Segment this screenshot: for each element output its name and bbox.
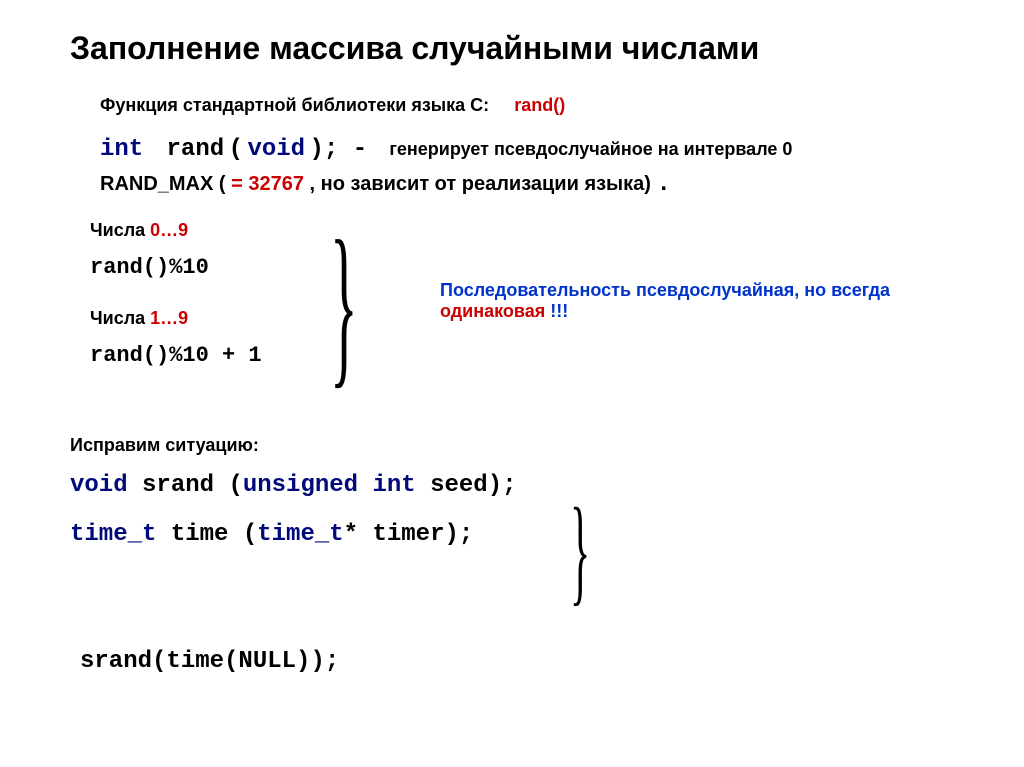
intro-line: Функция стандартной библиотеки языка С: … bbox=[70, 95, 964, 116]
time-proto: time_t time (time_t* timer); bbox=[70, 521, 580, 548]
proto-desc: генерирует псевдослучайное на интервале … bbox=[389, 139, 792, 159]
sequence-note: Последовательность псевдослучайная, но в… bbox=[440, 280, 980, 322]
srand-call: srand(time(NULL)); bbox=[80, 648, 339, 675]
fix-label: Исправим ситуацию: bbox=[70, 435, 964, 456]
fix-row: void srand (unsigned int seed); time_t t… bbox=[70, 472, 964, 675]
paren-open: ( bbox=[229, 136, 243, 163]
randmax-line: RAND_MAX ( = 32767 , но зависит от реали… bbox=[70, 171, 964, 198]
rm-suffix: , но зависит от реализации языка) bbox=[310, 173, 651, 195]
rm-prefix: RAND_MAX ( bbox=[100, 173, 226, 195]
paren-close: ); - bbox=[310, 136, 368, 163]
ex2-label: Числа 1…9 bbox=[90, 308, 320, 329]
rm-dot: . bbox=[657, 171, 671, 198]
brace-icon: } bbox=[570, 490, 590, 610]
intro-fn: rand() bbox=[514, 95, 565, 115]
slide-title: Заполнение массива случайными числами bbox=[70, 30, 964, 67]
kw-void: void bbox=[247, 136, 305, 163]
prototype-line: int rand ( void ); - генерирует псевдосл… bbox=[70, 136, 964, 163]
brace-icon: } bbox=[330, 214, 358, 394]
fix-right: srand(time(NULL)); bbox=[70, 592, 430, 675]
brace2-wrap: } bbox=[580, 472, 610, 592]
fix-block: Исправим ситуацию: void srand (unsigned … bbox=[70, 435, 964, 675]
srand-proto: void srand (unsigned int seed); bbox=[70, 472, 580, 499]
intro-label: Функция стандартной библиотеки языка С: bbox=[100, 95, 489, 115]
fix-left: void srand (unsigned int seed); time_t t… bbox=[70, 472, 580, 548]
fn-rand: rand bbox=[167, 136, 225, 163]
slide: Заполнение массива случайными числами Фу… bbox=[0, 0, 1024, 767]
ex2-code: rand()%10 + 1 bbox=[90, 343, 320, 368]
ex1-label: Числа 0…9 bbox=[90, 220, 320, 241]
rm-value: = 32767 bbox=[231, 173, 304, 195]
examples-left: Числа 0…9 rand()%10 Числа 1…9 rand()%10 … bbox=[90, 220, 320, 368]
ex1-code: rand()%10 bbox=[90, 255, 320, 280]
kw-int: int bbox=[100, 136, 143, 163]
examples-block: Числа 0…9 rand()%10 Числа 1…9 rand()%10 … bbox=[70, 220, 964, 400]
